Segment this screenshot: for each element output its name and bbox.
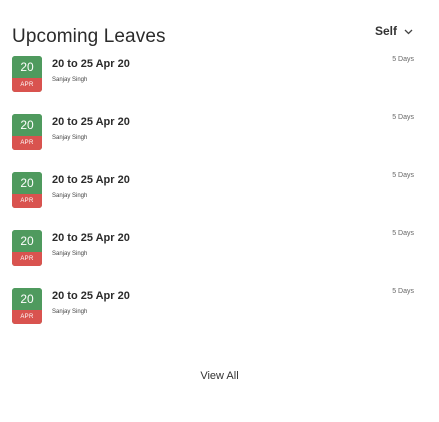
date-badge: 20 APR: [12, 172, 42, 208]
filter-label: Self: [374, 24, 397, 38]
leave-duration: 5 Days: [392, 56, 414, 63]
date-badge: 20 APR: [12, 288, 42, 324]
badge-day: 20: [12, 230, 42, 252]
badge-month: APR: [12, 136, 42, 150]
leave-item[interactable]: 20 APR 20 to 25 Apr 20 Sanjay Singh 5 Da…: [12, 288, 427, 346]
employee-name: Sanjay Singh: [52, 251, 88, 257]
upcoming-leaves-card: Upcoming Leaves Self 20 APR 20 to 25 Apr…: [0, 0, 439, 422]
badge-day: 20: [12, 172, 42, 194]
leave-date-range: 20 to 25 Apr 20: [52, 58, 130, 70]
badge-month: APR: [12, 194, 42, 208]
employee-name: Sanjay Singh: [52, 135, 88, 141]
self-filter-dropdown[interactable]: Self: [375, 24, 414, 38]
leave-duration: 5 Days: [392, 288, 414, 295]
employee-name: Sanjay Singh: [52, 77, 88, 83]
leave-list: 20 APR 20 to 25 Apr 20 Sanjay Singh 5 Da…: [12, 56, 427, 346]
leave-date-range: 20 to 25 Apr 20: [52, 290, 130, 302]
badge-month: APR: [12, 252, 42, 266]
badge-day: 20: [12, 288, 42, 310]
employee-name: Sanjay Singh: [52, 309, 88, 315]
date-badge: 20 APR: [12, 56, 42, 92]
employee-name: Sanjay Singh: [52, 193, 88, 199]
badge-month: APR: [12, 310, 42, 324]
date-badge: 20 APR: [12, 230, 42, 266]
badge-day: 20: [12, 114, 42, 136]
leave-duration: 5 Days: [392, 230, 414, 237]
card-title: Upcoming Leaves: [12, 26, 166, 47]
leave-item[interactable]: 20 APR 20 to 25 Apr 20 Sanjay Singh 5 Da…: [12, 56, 427, 114]
view-all-link[interactable]: View All: [0, 370, 439, 382]
badge-month: APR: [12, 78, 42, 92]
chevron-down-icon: [403, 26, 414, 37]
date-badge: 20 APR: [12, 114, 42, 150]
leave-item[interactable]: 20 APR 20 to 25 Apr 20 Sanjay Singh 5 Da…: [12, 230, 427, 288]
leave-item[interactable]: 20 APR 20 to 25 Apr 20 Sanjay Singh 5 Da…: [12, 172, 427, 230]
badge-day: 20: [12, 56, 42, 78]
card-header: Upcoming Leaves Self: [12, 24, 427, 54]
leave-date-range: 20 to 25 Apr 20: [52, 116, 130, 128]
leave-duration: 5 Days: [392, 114, 414, 121]
leave-date-range: 20 to 25 Apr 20: [52, 174, 130, 186]
leave-duration: 5 Days: [392, 172, 414, 179]
leave-item[interactable]: 20 APR 20 to 25 Apr 20 Sanjay Singh 5 Da…: [12, 114, 427, 172]
leave-date-range: 20 to 25 Apr 20: [52, 232, 130, 244]
